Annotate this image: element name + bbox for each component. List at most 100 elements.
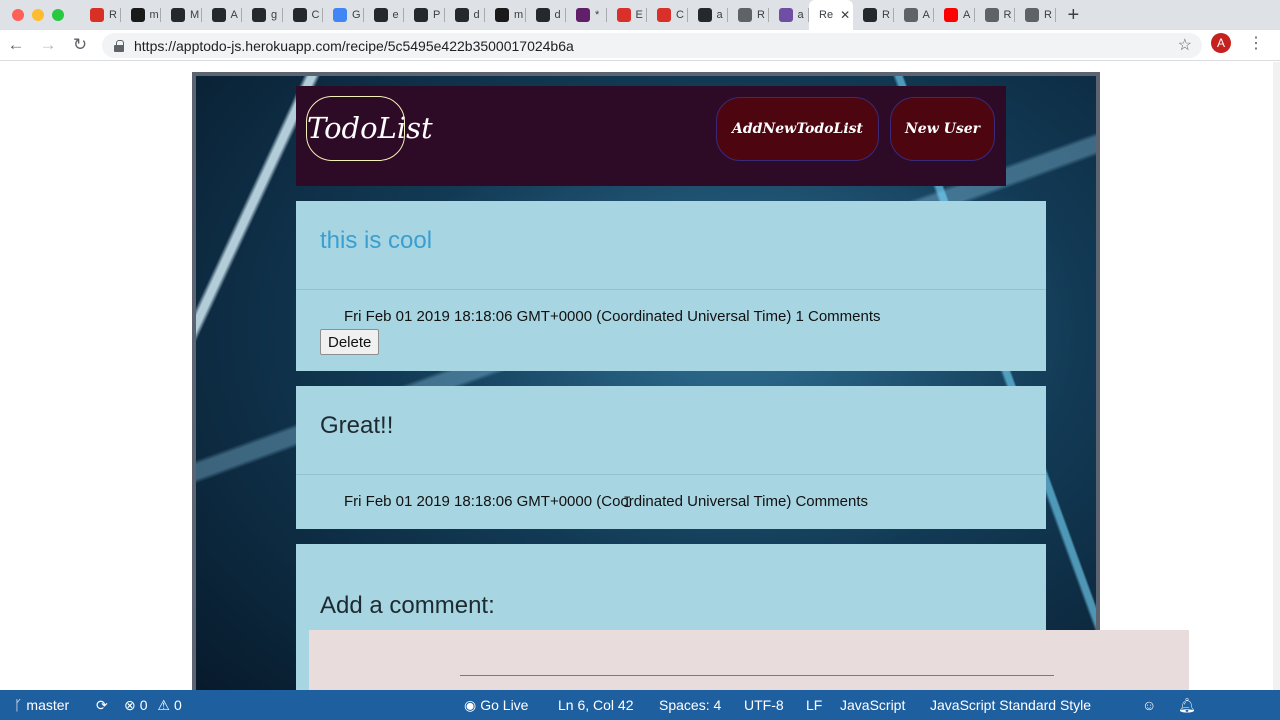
forward-button[interactable]: → xyxy=(32,35,64,55)
indentation[interactable]: Spaces: 4 xyxy=(659,697,721,713)
tab-title: d xyxy=(554,9,561,21)
tab-title: R xyxy=(1003,9,1012,21)
browser-tab[interactable]: m xyxy=(485,0,526,30)
browser-tab[interactable]: G xyxy=(323,0,364,30)
tab-title: P xyxy=(433,9,441,21)
git-branch[interactable]: ᚴ master xyxy=(14,697,69,713)
page-scrollbar[interactable] xyxy=(1273,62,1280,690)
problems-indicator[interactable]: ⊗ 0 ⚠ 0 xyxy=(124,697,182,714)
browser-tab[interactable]: * xyxy=(566,0,607,30)
browser-tab-bar: Rm M Ag C Ge Pd m d * E Ca Ra Re ✕ R A A R R + xyxy=(0,0,1280,30)
browser-tab[interactable]: R xyxy=(853,0,894,30)
tab-favicon-icon xyxy=(944,8,958,22)
add-new-todolist-link[interactable]: AddNewTodoList xyxy=(716,97,879,161)
branch-name: master xyxy=(26,697,70,713)
browser-tab[interactable]: g xyxy=(242,0,283,30)
tab-favicon-icon xyxy=(171,8,185,22)
tab-favicon-icon xyxy=(333,8,347,22)
tab-favicon-icon xyxy=(454,8,469,22)
comment-title: Great!! xyxy=(320,412,394,439)
sync-icon[interactable]: ⟳ xyxy=(96,697,108,714)
go-live-label: Go Live xyxy=(480,697,529,713)
browser-tab[interactable]: e xyxy=(364,0,405,30)
browser-toolbar: ← → ↻ https://apptodo-js.herokuapp.com/r… xyxy=(0,30,1280,61)
line-ending[interactable]: LF xyxy=(806,697,822,713)
browser-tab[interactable]: d xyxy=(445,0,486,30)
minimize-window-button[interactable] xyxy=(32,9,44,21)
linter-status[interactable]: JavaScript Standard Style xyxy=(930,697,1091,713)
tab-favicon-icon xyxy=(252,8,266,22)
new-tab-button[interactable]: + xyxy=(1068,5,1080,25)
page-viewport: TodoList AddNewTodoList New User this is… xyxy=(0,62,1280,690)
tab-title: a xyxy=(716,9,723,21)
card-divider xyxy=(296,474,1046,475)
browser-tab[interactable]: P xyxy=(404,0,445,30)
go-live-button[interactable]: ◉ Go Live xyxy=(464,697,528,714)
tab-favicon-icon xyxy=(778,8,793,22)
browser-tab[interactable]: C xyxy=(283,0,324,30)
browser-tab[interactable]: E xyxy=(607,0,648,30)
browser-tab[interactable]: A xyxy=(202,0,243,30)
lock-icon xyxy=(114,39,124,52)
browser-tab[interactable]: M xyxy=(161,0,202,30)
browser-tab[interactable]: R xyxy=(1015,0,1056,30)
close-tab-icon[interactable]: ✕ xyxy=(840,8,850,22)
error-count: 0 xyxy=(139,697,148,713)
todo-card: this is cool Fri Feb 01 2019 18:18:06 GM… xyxy=(296,201,1046,371)
browser-tab[interactable]: a xyxy=(688,0,729,30)
tab-favicon-icon xyxy=(616,8,631,22)
profile-avatar[interactable]: A xyxy=(1211,33,1231,53)
language-mode[interactable]: JavaScript xyxy=(840,697,905,713)
maximize-window-button[interactable] xyxy=(52,9,64,21)
close-window-button[interactable] xyxy=(12,9,24,21)
browser-tab[interactable]: A xyxy=(894,0,935,30)
address-bar[interactable]: https://apptodo-js.herokuapp.com/recipe/… xyxy=(102,33,1202,58)
warning-count: 0 xyxy=(173,697,182,713)
comment-form[interactable] xyxy=(309,630,1189,690)
tab-title: A xyxy=(922,9,930,21)
feedback-smiley-icon[interactable]: ☺ xyxy=(1142,697,1156,713)
tab-title: a xyxy=(797,9,804,21)
tab-title: M xyxy=(190,9,200,21)
browser-tab[interactable]: C xyxy=(647,0,688,30)
tab-title: A xyxy=(963,9,971,21)
reload-button[interactable]: ↻ xyxy=(64,35,96,55)
tab-favicon-icon xyxy=(576,8,590,22)
tab-favicon-icon xyxy=(657,8,671,22)
comment-card: Great!! Fri Feb 01 2019 18:18:06 GMT+000… xyxy=(296,386,1046,529)
tab-title: A xyxy=(230,9,238,21)
card-divider xyxy=(296,289,1046,290)
tab-favicon-icon xyxy=(697,8,712,22)
browser-tab[interactable]: m xyxy=(121,0,162,30)
tab-title: R xyxy=(1044,9,1052,21)
tab-title: m xyxy=(514,9,524,21)
delete-button[interactable]: Delete xyxy=(320,329,380,355)
browser-tab[interactable]: R xyxy=(80,0,121,30)
cursor-position[interactable]: Ln 6, Col 42 xyxy=(558,697,634,713)
todo-title-link[interactable]: this is cool xyxy=(320,227,432,255)
browser-tab[interactable]: d xyxy=(526,0,567,30)
notifications-bell-icon[interactable]: 🔔︎ xyxy=(1178,697,1196,714)
comment-input[interactable] xyxy=(460,675,1054,676)
browser-tab[interactable]: R xyxy=(728,0,769,30)
tab-title: R xyxy=(882,9,890,21)
new-user-link[interactable]: New User xyxy=(890,97,995,161)
back-button[interactable]: ← xyxy=(0,35,32,55)
bookmark-star-icon[interactable]: ☆ xyxy=(1178,35,1192,55)
encoding[interactable]: UTF-8 xyxy=(744,697,784,713)
browser-tab-active[interactable]: Re ✕ xyxy=(809,0,853,30)
app-logo[interactable]: TodoList xyxy=(306,96,433,161)
url-text[interactable]: https://apptodo-js.herokuapp.com/recipe/… xyxy=(134,38,574,54)
broadcast-icon: ◉ xyxy=(464,697,477,713)
browser-tab[interactable]: R xyxy=(975,0,1016,30)
browser-menu-icon[interactable]: ⋮ xyxy=(1248,33,1264,53)
app-navbar: TodoList AddNewTodoList New User xyxy=(296,86,1006,186)
tab-strip: Rm M Ag C Ge Pd m d * E Ca Ra Re ✕ R A A R R xyxy=(80,0,1056,30)
tab-favicon-icon xyxy=(863,8,877,22)
tab-favicon-icon xyxy=(535,8,550,22)
tab-favicon-icon xyxy=(1025,8,1039,22)
tab-favicon-icon xyxy=(211,8,226,22)
window-controls xyxy=(12,9,80,21)
browser-tab[interactable]: a xyxy=(769,0,810,30)
browser-tab[interactable]: A xyxy=(934,0,975,30)
